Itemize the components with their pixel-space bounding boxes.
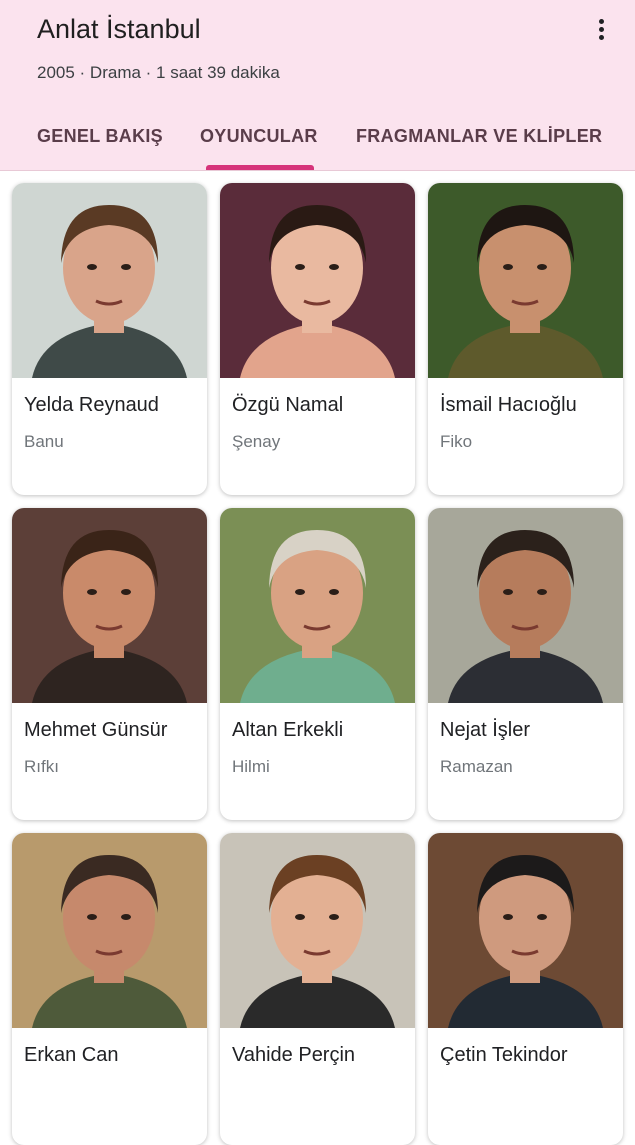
actor-photo — [428, 508, 623, 703]
actor-name: Vahide Perçin — [232, 1044, 356, 1066]
cast-card[interactable]: Özgü Namal Şenay — [220, 183, 415, 495]
actor-photo — [12, 183, 207, 378]
actor-photo — [428, 183, 623, 378]
character-name: Ramazan — [440, 757, 513, 776]
active-tab-indicator — [206, 165, 314, 170]
actor-name: Altan Erkekli — [232, 719, 344, 741]
actor-name: İsmail Hacıoğlu — [440, 394, 577, 416]
movie-meta: 2005 · Drama · 1 saat 39 dakika — [37, 63, 280, 82]
actor-name: Nejat İşler — [440, 719, 531, 741]
character-name: Fiko — [440, 432, 473, 451]
cast-card[interactable]: Mehmet Günsür Rıfkı — [12, 508, 207, 820]
cast-card[interactable]: Yelda Reynaud Banu — [12, 183, 207, 495]
actor-photo — [428, 833, 623, 1028]
movie-title: Anlat İstanbul — [37, 14, 201, 44]
character-name: Hilmi — [232, 757, 270, 776]
actor-photo — [220, 833, 415, 1028]
actor-name: Erkan Can — [24, 1044, 119, 1066]
cast-card[interactable]: Vahide Perçin — [220, 833, 415, 1145]
tab-fragmanlar[interactable]: FRAGMANLAR VE KLİPLER — [356, 126, 602, 147]
more-vert-icon[interactable] — [586, 14, 616, 44]
actor-name: Çetin Tekindor — [440, 1044, 568, 1066]
tab-bar: GENEL BAKIŞ OYUNCULAR FRAGMANLAR VE KLİP… — [0, 118, 635, 170]
cast-card[interactable]: Çetin Tekindor — [428, 833, 623, 1145]
tab-genel-bakis[interactable]: GENEL BAKIŞ — [37, 126, 163, 147]
actor-photo — [220, 508, 415, 703]
character-name: Şenay — [232, 432, 281, 451]
cast-card[interactable]: Nejat İşler Ramazan — [428, 508, 623, 820]
cast-card[interactable]: İsmail Hacıoğlu Fiko — [428, 183, 623, 495]
actor-name: Yelda Reynaud — [24, 394, 159, 416]
actor-photo — [12, 508, 207, 703]
character-name: Rıfkı — [24, 757, 59, 776]
actor-photo — [220, 183, 415, 378]
cast-card[interactable]: Erkan Can — [12, 833, 207, 1145]
app-header: Anlat İstanbul 2005 · Drama · 1 saat 39 … — [0, 0, 635, 171]
actor-name: Özgü Namal — [232, 394, 344, 416]
tab-oyuncular[interactable]: OYUNCULAR — [200, 126, 318, 147]
actor-name: Mehmet Günsür — [24, 719, 168, 741]
character-name: Banu — [24, 432, 64, 451]
actor-photo — [12, 833, 207, 1028]
cast-card[interactable]: Altan Erkekli Hilmi — [220, 508, 415, 820]
